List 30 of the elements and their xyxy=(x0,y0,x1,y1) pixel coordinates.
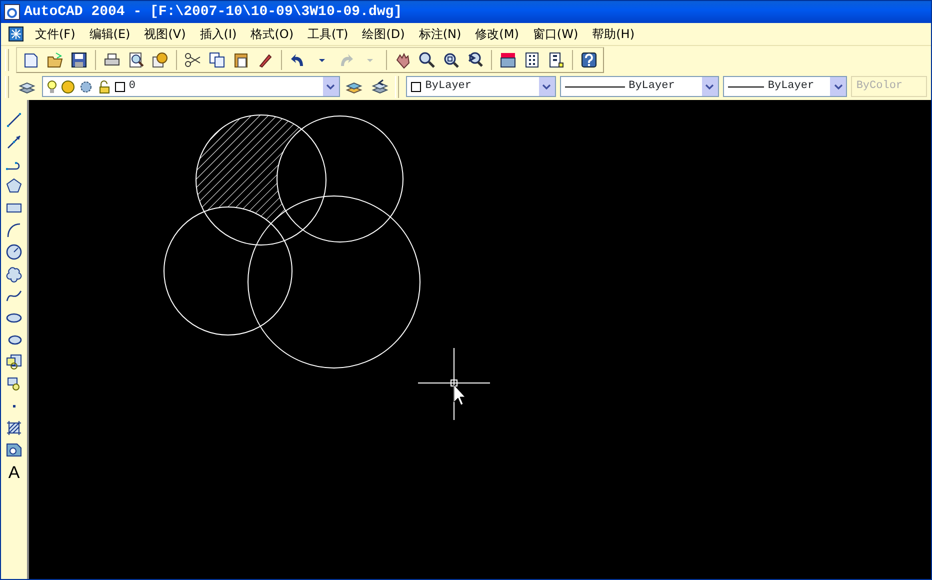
padlock-icon xyxy=(96,80,111,94)
menu-item[interactable]: 帮助(H) xyxy=(586,25,641,43)
menu-item[interactable]: 窗口(W) xyxy=(526,25,584,43)
color-dropdown[interactable]: ByLayer xyxy=(406,76,556,97)
menu-item[interactable]: 工具(T) xyxy=(302,25,354,43)
color-swatch-icon xyxy=(411,82,422,92)
color-swatch-icon xyxy=(114,82,125,92)
menu-item[interactable]: 视图(V) xyxy=(138,25,192,43)
sun-icon xyxy=(60,80,75,94)
app-icon xyxy=(4,4,20,20)
menu-item[interactable]: 标注(N) xyxy=(412,25,468,43)
lightbulb-icon xyxy=(46,80,57,94)
plot-style-name: ByColor xyxy=(856,79,903,94)
line-sample-icon xyxy=(728,84,764,88)
menu-item[interactable]: 绘图(D) xyxy=(356,25,411,43)
menu-item[interactable]: 修改(M) xyxy=(469,25,525,43)
lineweight-name: ByLayer xyxy=(768,79,814,94)
menu-item[interactable]: 文件(F) xyxy=(29,25,82,43)
lineweight-dropdown[interactable]: ByLayer xyxy=(722,76,848,97)
layer-name: 0 xyxy=(128,79,136,94)
menu-item[interactable]: 编辑(E) xyxy=(83,25,136,43)
text-tool-button[interactable]: A xyxy=(3,462,25,482)
color-name: ByLayer xyxy=(425,79,472,94)
menu-item[interactable]: 插入(I) xyxy=(194,25,243,43)
linetype-dropdown[interactable]: ByLayer xyxy=(560,76,719,97)
line-sample-icon xyxy=(564,84,625,88)
window-title: AutoCAD 2004 - [F:\2007-10\10-09\3W10-09.dwg] xyxy=(24,2,402,22)
layer-dropdown[interactable]: 0 xyxy=(42,76,340,97)
menu-item[interactable]: 格式(O) xyxy=(244,25,300,43)
linetype-name: ByLayer xyxy=(628,79,675,94)
